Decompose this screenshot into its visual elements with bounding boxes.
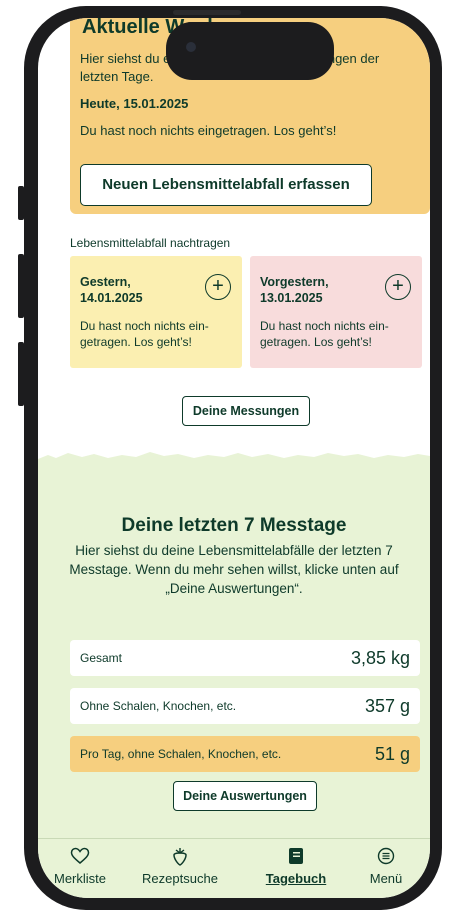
stat-value: 51 g (374, 744, 410, 764)
strawberry-icon (136, 847, 224, 867)
today-empty-text: Du hast noch nichts eingetragen. Los geh… (80, 123, 337, 138)
day-card-day-before[interactable]: Vorgestern, 13.01.2025 + Du hast noch nic… (250, 256, 422, 368)
stats-section: Deine letzten 7 Messtage Hier siehst du … (38, 452, 430, 838)
evaluations-button[interactable]: Deine Auswertungen (173, 781, 317, 811)
bottom-nav: Merkliste Rezeptsuche Tagebuch Menü (38, 838, 430, 898)
add-food-waste-button[interactable]: Neuen Lebensmittelabfall erfassen (80, 164, 372, 206)
day-empty-text: Du hast noch nichts ein-getragen. Los ge… (80, 319, 209, 349)
stats-subtitle: Hier siehst du deine Lebensmittelabfälle… (69, 543, 399, 596)
nav-item-menu[interactable]: Menü (364, 847, 408, 886)
backfill-label: Lebensmittelabfall nachtragen (70, 236, 231, 250)
add-icon[interactable]: + (205, 274, 231, 300)
speaker-grille (173, 10, 241, 15)
side-button-silent (18, 186, 24, 220)
today-date: Heute, 15.01.2025 (80, 96, 189, 111)
book-icon (260, 847, 332, 867)
stat-label: Pro Tag, ohne Schalen, Knochen, etc. (80, 747, 282, 761)
camera-icon (186, 42, 196, 52)
stat-label: Gesamt (80, 651, 123, 665)
stat-row-edible: Ohne Schalen, Knochen, etc. 357 g (70, 688, 420, 724)
stat-value: 3,85 kg (350, 648, 410, 668)
stats-title: Deine letzten 7 Messtage (121, 515, 347, 536)
nav-item-merkliste[interactable]: Merkliste (50, 847, 110, 886)
nav-item-tagebuch[interactable]: Tagebuch (260, 847, 332, 886)
stat-value: 357 g (364, 696, 410, 716)
side-button-volume-up (18, 254, 24, 318)
side-button-volume-down (18, 342, 24, 406)
day-card-yesterday[interactable]: Gestern, 14.01.2025 + Du hast noch nichts… (70, 256, 242, 368)
app-screen: Aktuelle Woche Hier siehst du eine Übers… (38, 18, 430, 898)
camera-notch (166, 22, 334, 80)
measurements-button[interactable]: Deine Messungen (182, 396, 310, 426)
torn-paper-edge (38, 452, 430, 465)
stat-label: Ohne Schalen, Knochen, etc. (80, 699, 237, 713)
day-date: Vorgestern, 13.01.2025 (260, 275, 329, 305)
stat-row-total: Gesamt 3,85 kg (70, 640, 420, 676)
add-icon[interactable]: + (385, 274, 411, 300)
day-empty-text: Du hast noch nichts ein-getragen. Los ge… (260, 319, 389, 349)
menu-icon (364, 847, 408, 867)
heart-icon (50, 847, 110, 867)
nav-item-rezeptsuche[interactable]: Rezeptsuche (136, 847, 224, 886)
stat-row-per-day: Pro Tag, ohne Schalen, Knochen, etc. 51 … (70, 736, 420, 772)
day-date: Gestern, 14.01.2025 (80, 275, 143, 305)
